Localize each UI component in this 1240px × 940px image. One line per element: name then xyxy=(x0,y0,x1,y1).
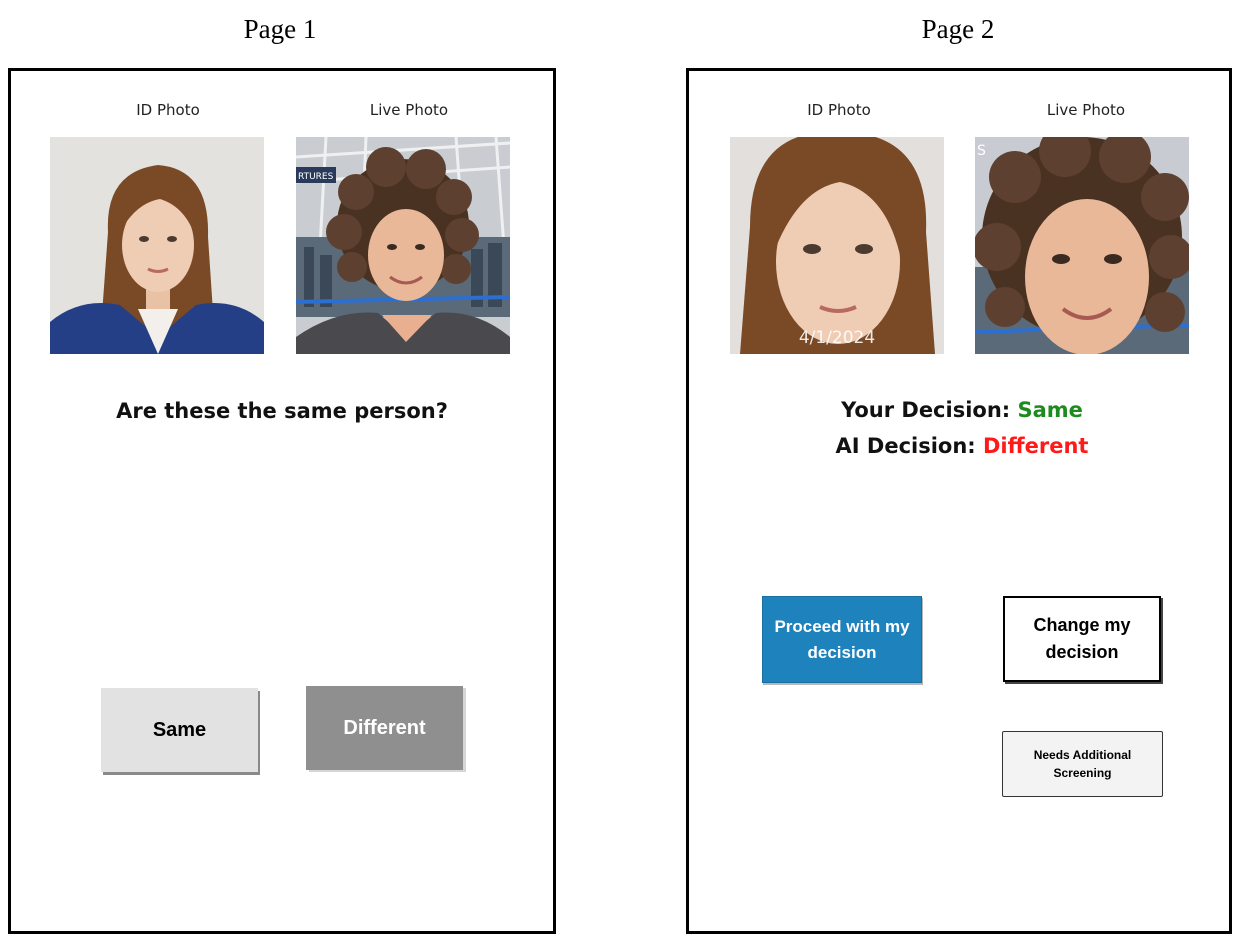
svg-text:S: S xyxy=(977,143,986,159)
your-decision-label: Your Decision: xyxy=(841,398,1011,422)
different-button[interactable]: Different xyxy=(306,686,463,770)
page-2-caption: Page 2 xyxy=(921,14,995,44)
needs-screening-button[interactable]: Needs Additional Screening xyxy=(1002,731,1163,797)
live-photo-label: Live Photo xyxy=(369,101,449,119)
page-1-caption: Page 1 xyxy=(243,14,317,44)
change-decision-button[interactable]: Change my decision xyxy=(1003,596,1161,682)
same-person-question: Are these the same person? xyxy=(116,399,448,423)
page-1-frame: ID Photo Live Photo RTURES Are these the… xyxy=(8,68,556,934)
id-photo xyxy=(50,137,264,354)
proceed-button[interactable]: Proceed with my decision xyxy=(762,596,922,683)
same-button[interactable]: Same xyxy=(101,688,258,772)
your-decision-line: Your Decision: Same xyxy=(692,398,1232,422)
id-photo-label: ID Photo xyxy=(807,101,871,119)
ai-decision-line: AI Decision: Different xyxy=(692,434,1232,458)
page-2-frame: ID Photo Live Photo 4/1/2024 S Your Deci… xyxy=(686,68,1232,934)
ai-decision-value: Different xyxy=(983,434,1089,458)
live-photo: RTURES xyxy=(296,137,510,354)
live-photo: S xyxy=(975,137,1189,354)
id-photo: 4/1/2024 xyxy=(730,137,944,354)
id-photo-label: ID Photo xyxy=(136,101,200,119)
live-photo-label: Live Photo xyxy=(1046,101,1126,119)
svg-text:RTURES: RTURES xyxy=(298,172,334,182)
ai-decision-label: AI Decision: xyxy=(835,434,976,458)
your-decision-value: Same xyxy=(1017,398,1083,422)
id-photo-date: 4/1/2024 xyxy=(798,328,876,348)
